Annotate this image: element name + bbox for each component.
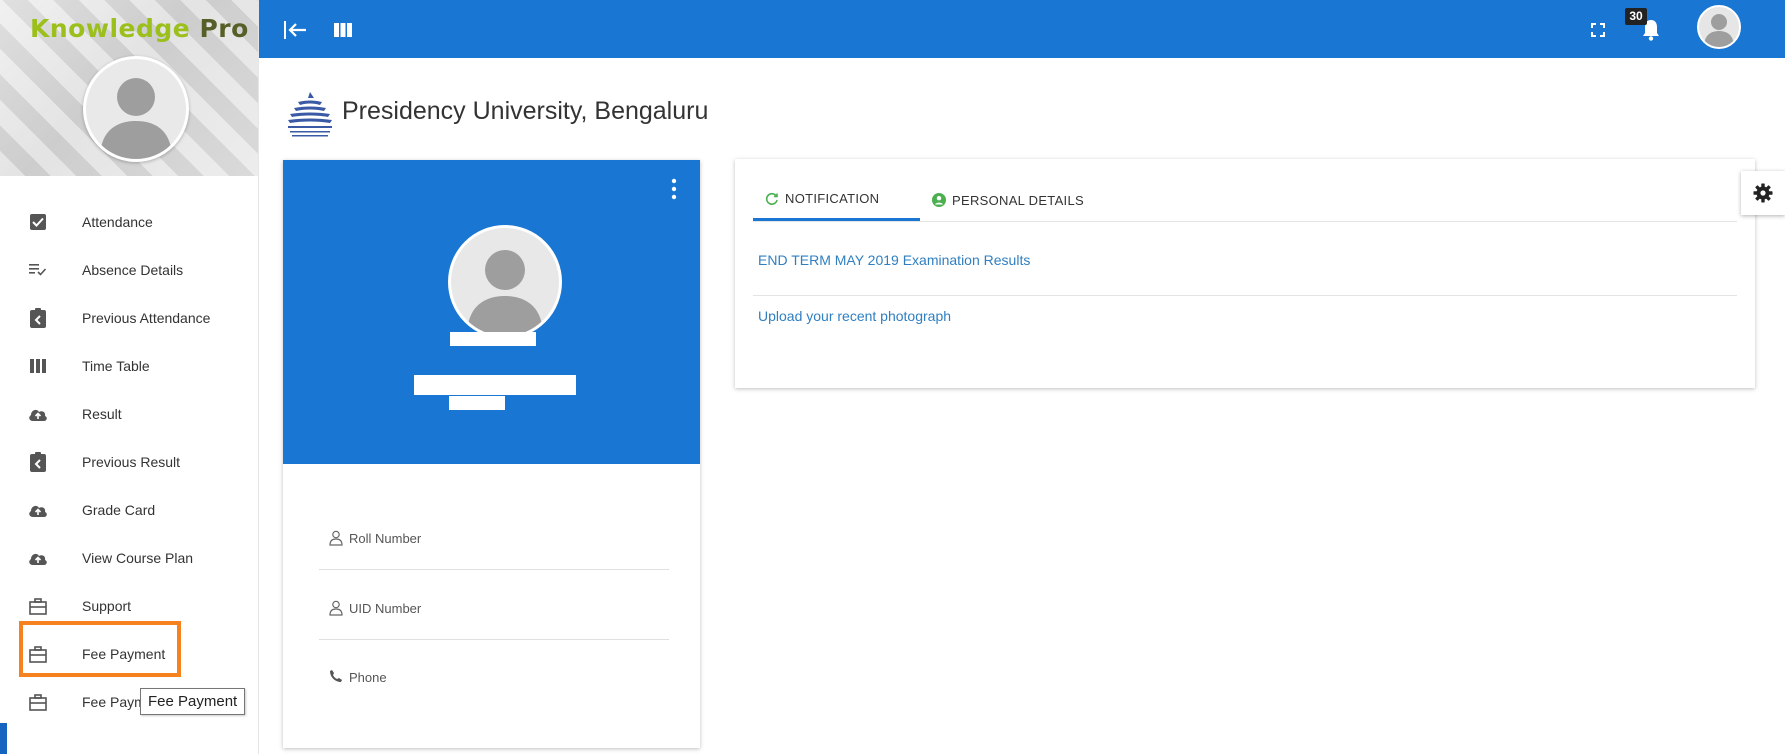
sidebar-avatar — [83, 56, 189, 162]
redacted-detail — [449, 396, 505, 410]
profile-card-header — [283, 160, 700, 464]
sidebar-item-label: Fee Payment — [82, 646, 166, 662]
top-bar — [259, 0, 1785, 58]
brand-name-part2: Pro — [199, 14, 249, 43]
user-avatar[interactable] — [1697, 5, 1741, 49]
uid-number-field: UID Number — [319, 570, 669, 640]
clipboard-back-icon — [28, 452, 48, 472]
notification-link[interactable]: END TERM MAY 2019 Examination Results — [758, 252, 1030, 268]
list-check-icon — [28, 260, 48, 280]
brand-logo: Knowledge Pro — [30, 14, 249, 43]
refresh-icon — [765, 192, 778, 205]
roll-number-field: Roll Number — [319, 500, 669, 570]
sidebar-item-label: Result — [82, 406, 122, 422]
person-silhouette-icon — [100, 78, 172, 159]
sidebar: Knowledge Pro Attendance Absence Details — [0, 0, 259, 754]
cloud-upload-icon — [28, 548, 48, 568]
sidebar-item-label: Absence Details — [82, 262, 184, 278]
sidebar-item-label: View Course Plan — [82, 550, 194, 566]
profile-card: Roll Number UID Number Phone — [283, 160, 700, 748]
sidebar-item-result[interactable]: Result — [0, 390, 258, 438]
view-column-icon[interactable] — [330, 17, 356, 43]
tab-personal-details-label: PERSONAL DETAILS — [952, 192, 1084, 208]
briefcase-icon — [28, 644, 48, 664]
sidebar-item-label: Attendance — [82, 214, 153, 230]
person-outline-icon — [329, 530, 343, 546]
briefcase-icon — [28, 596, 48, 616]
account-circle-icon — [932, 193, 946, 207]
more-vert-icon[interactable] — [669, 178, 679, 200]
sidebar-item-label: Time Table — [82, 358, 150, 374]
checkbox-icon — [28, 212, 48, 232]
university-logo — [284, 88, 336, 140]
settings-button[interactable] — [1741, 171, 1785, 215]
university-name: Presidency University, Bengaluru — [342, 97, 709, 125]
window-edge — [0, 723, 7, 754]
clipboard-back-icon — [28, 308, 48, 328]
sidebar-item-label: Previous Result — [82, 454, 181, 470]
cloud-upload-icon — [28, 500, 48, 520]
view-column-icon — [28, 356, 48, 376]
person-outline-icon — [329, 600, 343, 616]
sidebar-menu: Attendance Absence Details Previous Atte… — [0, 198, 258, 726]
sidebar-item-attendance[interactable]: Attendance — [0, 198, 258, 246]
roll-number-label: Roll Number — [349, 531, 422, 546]
tab-notification[interactable]: NOTIFICATION — [753, 179, 920, 221]
sidebar-item-previous-result[interactable]: Previous Result — [0, 438, 258, 486]
sidebar-item-support[interactable]: Support — [0, 582, 258, 630]
tooltip: Fee Payment — [140, 688, 246, 715]
sidebar-item-grade-card[interactable]: Grade Card — [0, 486, 258, 534]
fullscreen-icon[interactable] — [1585, 17, 1611, 43]
tab-personal-details[interactable]: PERSONAL DETAILS — [932, 179, 1084, 221]
sidebar-item-view-course-plan[interactable]: View Course Plan — [0, 534, 258, 582]
person-silhouette-icon — [467, 250, 543, 336]
sidebar-item-label: Support — [82, 598, 132, 614]
phone-field: Phone — [319, 639, 669, 709]
profile-photo — [448, 225, 562, 339]
notification-card: NOTIFICATION PERSONAL DETAILS END TERM M… — [735, 159, 1755, 388]
uid-number-label: UID Number — [349, 601, 422, 616]
tab-notification-label: NOTIFICATION — [785, 191, 880, 206]
sidebar-header: Knowledge Pro — [0, 0, 258, 176]
gear-icon — [1753, 183, 1773, 203]
sidebar-item-label: Grade Card — [82, 502, 156, 518]
sidebar-item-label: Previous Attendance — [82, 310, 211, 326]
redacted-program — [414, 375, 576, 395]
redacted-name — [450, 332, 536, 346]
person-silhouette-icon — [1704, 14, 1734, 47]
tab-bar: NOTIFICATION PERSONAL DETAILS — [753, 179, 1737, 222]
back-arrow-icon[interactable] — [283, 17, 309, 43]
phone-icon — [329, 669, 343, 685]
notification-link[interactable]: Upload your recent photograph — [758, 308, 951, 324]
sidebar-item-absence-details[interactable]: Absence Details — [0, 246, 258, 294]
divider — [753, 295, 1737, 296]
briefcase-icon — [28, 692, 48, 712]
cloud-upload-icon — [28, 404, 48, 424]
brand-name-part1: Knowledge — [30, 14, 191, 43]
notification-count-badge: 30 — [1625, 8, 1647, 25]
sidebar-item-time-table[interactable]: Time Table — [0, 342, 258, 390]
phone-label: Phone — [349, 670, 387, 685]
sidebar-item-fee-payment[interactable]: Fee Payment — [0, 630, 258, 678]
sidebar-item-previous-attendance[interactable]: Previous Attendance — [0, 294, 258, 342]
